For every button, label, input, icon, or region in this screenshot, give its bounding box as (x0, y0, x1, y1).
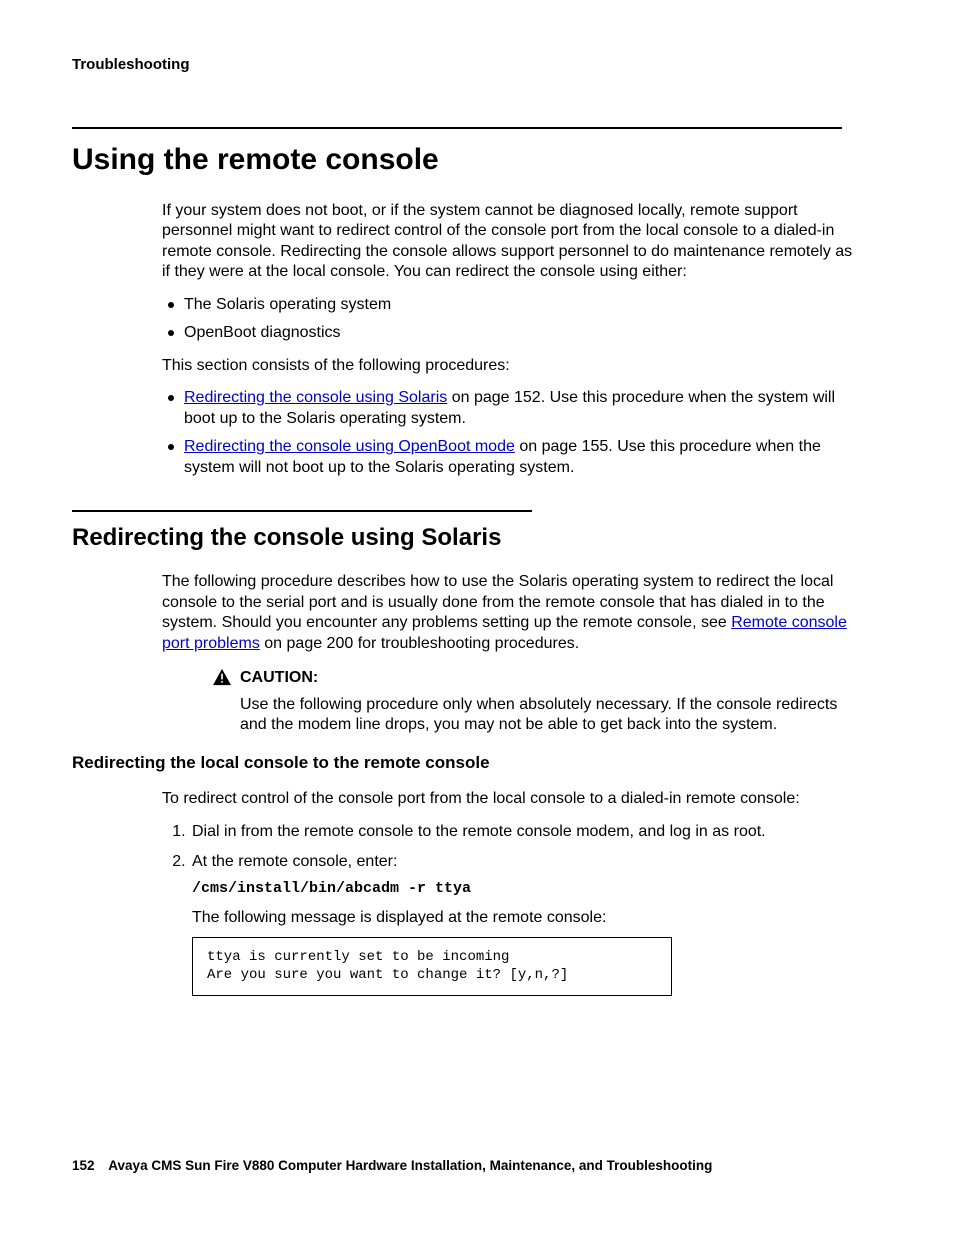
procedures-lead: This section consists of the following p… (162, 356, 857, 376)
list-item: OpenBoot diagnostics (162, 323, 857, 343)
procedures-list: Redirecting the console using Solaris on… (162, 388, 857, 478)
xref-link[interactable]: Redirecting the console using Solaris (184, 389, 447, 406)
step-lead: At the remote console, enter: (192, 853, 397, 870)
subsection-body: The following procedure describes how to… (162, 572, 857, 735)
subsection-title: Redirecting the console using Solaris (72, 524, 864, 552)
running-head: Troubleshooting (72, 56, 864, 73)
subsubsection-title: Redirecting the local console to the rem… (72, 753, 864, 773)
section-title: Using the remote console (72, 143, 864, 177)
intro-block: If your system does not boot, or if the … (162, 201, 857, 478)
page-footer: 152 Avaya CMS Sun Fire V880 Computer Har… (72, 1158, 712, 1173)
intro-paragraph: If your system does not boot, or if the … (162, 201, 857, 283)
caution-label: CAUTION: (240, 668, 318, 688)
warning-triangle-icon (212, 668, 232, 686)
intro-bullet-list: The Solaris operating system OpenBoot di… (162, 295, 857, 344)
xref-link[interactable]: Redirecting the console using OpenBoot m… (184, 438, 515, 455)
step-item: At the remote console, enter: /cms/insta… (190, 852, 860, 996)
command-line: /cms/install/bin/abcadm -r ttya (192, 879, 860, 898)
procedure-lead: To redirect control of the console port … (162, 789, 857, 809)
list-item: Redirecting the console using OpenBoot m… (162, 437, 857, 478)
text-run: on page 200 for troubleshooting procedur… (260, 635, 579, 652)
list-item: The Solaris operating system (162, 295, 857, 315)
console-output: ttya is currently set to be incoming Are… (192, 937, 672, 997)
page: Troubleshooting Using the remote console… (0, 0, 954, 1235)
list-item: Redirecting the console using Solaris on… (162, 388, 857, 429)
subsection-rule (72, 510, 532, 512)
procedure-lead-block: To redirect control of the console port … (162, 789, 857, 809)
step-followup: The following message is displayed at th… (192, 908, 860, 928)
page-number: 152 (72, 1158, 95, 1173)
subsection-paragraph: The following procedure describes how to… (162, 572, 857, 654)
footer-title: Avaya CMS Sun Fire V880 Computer Hardwar… (108, 1158, 712, 1173)
caution-body: Use the following procedure only when ab… (240, 695, 857, 736)
ordered-steps: Dial in from the remote console to the r… (190, 822, 860, 996)
caution-header: CAUTION: (212, 668, 857, 688)
section-rule (72, 127, 842, 129)
console-line: ttya is currently set to be incoming (207, 948, 657, 967)
step-item: Dial in from the remote console to the r… (190, 822, 860, 842)
console-line: Are you sure you want to change it? [y,n… (207, 966, 657, 985)
